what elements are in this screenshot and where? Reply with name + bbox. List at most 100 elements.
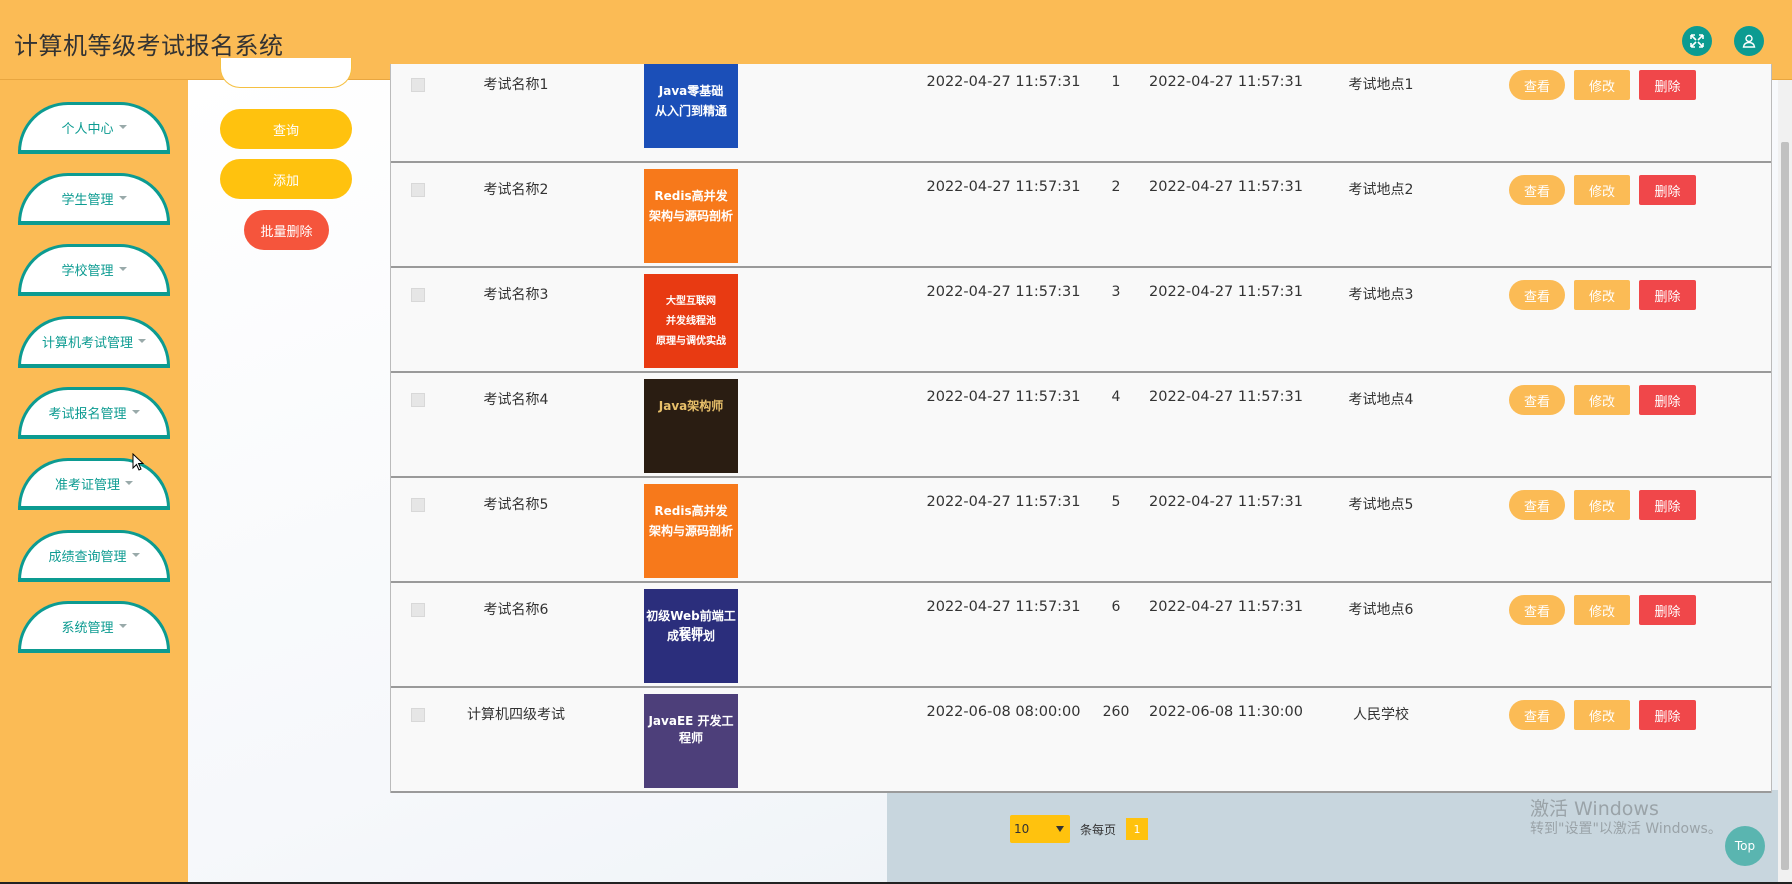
exam-cover-image: Redis高并发 架构与源码剖析 bbox=[644, 484, 738, 578]
exam-name: 考试名称2 bbox=[483, 182, 549, 198]
mouse-cursor-icon bbox=[132, 453, 145, 471]
delete-button[interactable]: 删除 bbox=[1639, 700, 1696, 730]
caret-down-icon bbox=[131, 409, 140, 414]
row-actions: 查看 修改 删除 bbox=[1509, 490, 1696, 520]
view-button[interactable]: 查看 bbox=[1509, 700, 1565, 730]
exam-start-time: 2022-06-08 08:00:00 bbox=[926, 704, 1081, 720]
edit-button[interactable]: 修改 bbox=[1574, 385, 1630, 415]
sidebar-item-label: 学生管理 bbox=[61, 193, 114, 208]
sidebar-item-score-query[interactable]: 成绩查询管理 bbox=[18, 530, 170, 582]
sidebar-item-label: 系统管理 bbox=[61, 621, 114, 636]
caret-down-icon bbox=[118, 124, 127, 129]
windows-watermark-title: 激活 Windows bbox=[1530, 798, 1659, 820]
exam-name: 考试名称1 bbox=[483, 77, 549, 93]
edit-button[interactable]: 修改 bbox=[1574, 70, 1630, 100]
exam-location: 考试地点1 bbox=[1348, 77, 1414, 93]
exam-end-time: 2022-04-27 11:57:31 bbox=[1149, 284, 1303, 300]
exam-name: 计算机四级考试 bbox=[467, 707, 565, 723]
sidebar-item-label: 个人中心 bbox=[61, 122, 114, 137]
batch-delete-button[interactable]: 批量删除 bbox=[244, 210, 329, 250]
view-button[interactable]: 查看 bbox=[1509, 595, 1565, 625]
app-title: 计算机等级考试报名系统 bbox=[14, 32, 284, 60]
table-row: 考试名称5 Redis高并发 架构与源码剖析 5 2022-04-27 11:57… bbox=[391, 478, 1771, 583]
per-page-label: 条每页 bbox=[1080, 822, 1117, 837]
delete-button[interactable]: 删除 bbox=[1639, 595, 1696, 625]
sidebar-item-label: 成绩查询管理 bbox=[48, 550, 127, 565]
row-actions: 查看 修改 删除 bbox=[1509, 280, 1696, 310]
view-button[interactable]: 查看 bbox=[1509, 385, 1565, 415]
search-input[interactable] bbox=[220, 58, 352, 88]
delete-button[interactable]: 删除 bbox=[1639, 385, 1696, 415]
exam-cover-image: 大型互联网 并发线程池 原理与调优实战 bbox=[644, 274, 738, 368]
scrollbar-thumb[interactable] bbox=[1781, 142, 1789, 870]
fullscreen-button[interactable] bbox=[1682, 26, 1712, 56]
query-button[interactable]: 查询 bbox=[220, 109, 352, 149]
edit-button[interactable]: 修改 bbox=[1574, 280, 1630, 310]
row-actions: 查看 修改 删除 bbox=[1509, 700, 1696, 730]
sidebar-item-personal-center[interactable]: 个人中心 bbox=[18, 102, 170, 154]
sidebar-item-students[interactable]: 学生管理 bbox=[18, 173, 170, 225]
exam-end-time: 2022-04-27 11:57:31 bbox=[1149, 599, 1303, 615]
sidebar-item-exam-registration[interactable]: 考试报名管理 bbox=[18, 387, 170, 439]
exam-name: 考试名称3 bbox=[483, 287, 549, 303]
add-button[interactable]: 添加 bbox=[220, 159, 352, 199]
view-button[interactable]: 查看 bbox=[1509, 175, 1565, 205]
row-checkbox[interactable] bbox=[411, 78, 425, 92]
exam-start-time: 2022-04-27 11:57:31 bbox=[926, 284, 1081, 300]
user-button[interactable] bbox=[1734, 26, 1764, 56]
exam-name: 考试名称6 bbox=[483, 602, 549, 618]
delete-button[interactable]: 删除 bbox=[1639, 490, 1696, 520]
row-checkbox[interactable] bbox=[411, 603, 425, 617]
edit-button[interactable]: 修改 bbox=[1574, 700, 1630, 730]
view-button[interactable]: 查看 bbox=[1509, 70, 1565, 100]
table-row: 考试名称3 大型互联网 并发线程池 原理与调优实战 3 2022-04-27 11:… bbox=[391, 268, 1771, 373]
delete-button[interactable]: 删除 bbox=[1639, 175, 1696, 205]
row-checkbox[interactable] bbox=[411, 288, 425, 302]
sidebar-item-system[interactable]: 系统管理 bbox=[18, 601, 170, 653]
scrollbar[interactable] bbox=[1778, 80, 1792, 884]
page-size-value: 10 bbox=[1014, 822, 1030, 836]
sidebar-item-schools[interactable]: 学校管理 bbox=[18, 244, 170, 296]
row-actions: 查看 修改 删除 bbox=[1509, 595, 1696, 625]
table-row: 考试名称2 Redis高并发 架构与源码剖析 2 2022-04-27 11:57… bbox=[391, 163, 1771, 268]
caret-down-icon bbox=[118, 623, 127, 628]
row-checkbox[interactable] bbox=[411, 393, 425, 407]
sidebar-item-computer-exams[interactable]: 计算机考试管理 bbox=[18, 316, 170, 368]
exam-start-time: 2022-04-27 11:57:31 bbox=[926, 179, 1081, 195]
delete-button[interactable]: 删除 bbox=[1639, 280, 1696, 310]
windows-watermark-subtitle: 转到"设置"以激活 Windows。 bbox=[1530, 821, 1722, 837]
exam-start-time: 2022-04-27 11:57:31 bbox=[926, 74, 1081, 90]
table-row: 考试名称6 初级Web前端工程师 成长计划 6 2022-04-27 11:57:… bbox=[391, 583, 1771, 688]
edit-button[interactable]: 修改 bbox=[1574, 490, 1630, 520]
view-button[interactable]: 查看 bbox=[1509, 490, 1565, 520]
row-checkbox[interactable] bbox=[411, 708, 425, 722]
exam-cover-image: 初级Web前端工程师 成长计划 bbox=[644, 589, 738, 683]
row-checkbox[interactable] bbox=[411, 183, 425, 197]
table-row: 计算机四级考试 JavaEE 开发工程师 260 2022-06-08 08:0… bbox=[391, 688, 1771, 793]
page-size-select[interactable]: 10 bbox=[1010, 815, 1070, 843]
exam-end-time: 2022-04-27 11:57:31 bbox=[1149, 389, 1303, 405]
sidebar-item-admission-tickets[interactable]: 准考证管理 bbox=[18, 458, 170, 510]
edit-button[interactable]: 修改 bbox=[1574, 175, 1630, 205]
page-button[interactable]: 1 bbox=[1126, 818, 1149, 840]
table-row: 考试名称1 Java零基础 从入门到精通 1 2022-04-27 11:57:3… bbox=[391, 64, 1771, 163]
exam-cover-image: Java零基础 从入门到精通 bbox=[644, 64, 738, 148]
row-actions: 查看 修改 删除 bbox=[1509, 70, 1696, 100]
exam-location: 考试地点2 bbox=[1348, 182, 1414, 198]
caret-down-icon bbox=[118, 266, 127, 271]
caret-down-icon bbox=[138, 338, 146, 343]
expand-icon bbox=[1690, 34, 1704, 48]
back-to-top-button[interactable]: Top bbox=[1725, 826, 1765, 866]
delete-button[interactable]: 删除 bbox=[1639, 70, 1696, 100]
edit-button[interactable]: 修改 bbox=[1574, 595, 1630, 625]
row-actions: 查看 修改 删除 bbox=[1509, 175, 1696, 205]
view-button[interactable]: 查看 bbox=[1509, 280, 1565, 310]
row-checkbox[interactable] bbox=[411, 498, 425, 512]
exam-end-time: 2022-04-27 11:57:31 bbox=[1149, 74, 1303, 90]
row-actions: 查看 修改 删除 bbox=[1509, 385, 1696, 415]
caret-down-icon bbox=[118, 195, 127, 200]
sidebar-item-label: 计算机考试管理 bbox=[41, 336, 133, 351]
exam-cover-image: Redis高并发 架构与源码剖析 bbox=[644, 169, 738, 263]
user-icon bbox=[1742, 34, 1756, 48]
exam-cover-image: Java架构师 bbox=[644, 379, 738, 473]
